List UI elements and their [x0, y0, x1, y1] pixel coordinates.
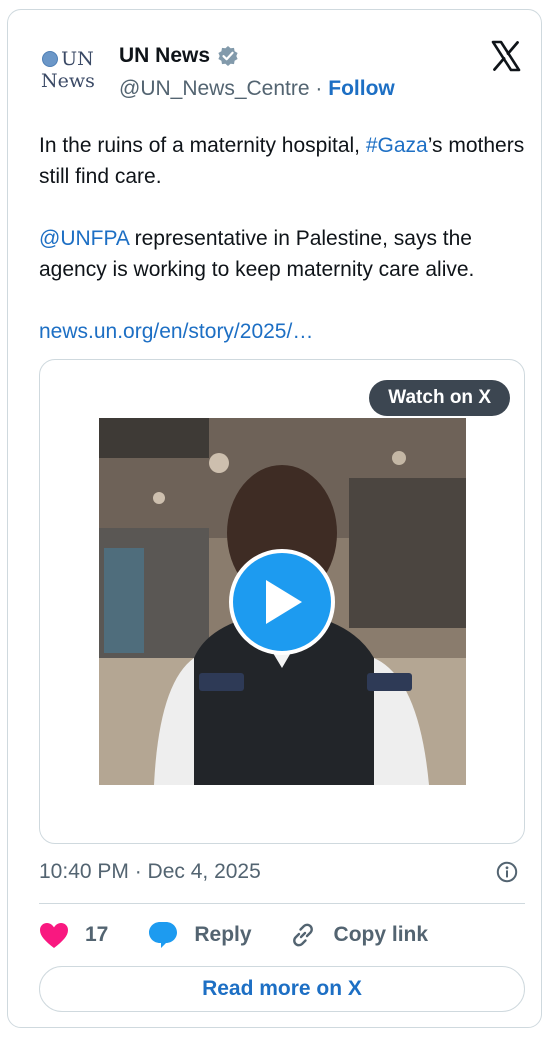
video-media[interactable]: Watch on X — [39, 359, 525, 844]
reply-button[interactable]: Reply — [148, 921, 252, 949]
author-name[interactable]: UN News — [119, 44, 210, 68]
copy-link-label: Copy link — [333, 923, 429, 946]
watch-on-x-button[interactable]: Watch on X — [369, 380, 510, 416]
logo-text-bottom: News — [41, 70, 95, 92]
post-timestamp[interactable]: 10:40 PM · Dec 4, 2025 — [39, 860, 261, 884]
logo-text-top: UN — [61, 48, 94, 70]
heart-icon — [40, 922, 68, 948]
play-icon — [266, 580, 302, 624]
copy-link-button[interactable]: Copy link — [288, 920, 429, 950]
like-button[interactable]: 17 — [39, 922, 108, 949]
post-paragraph-3: news.un.org/en/story/2025/… — [39, 316, 529, 347]
like-count: 17 — [85, 923, 109, 946]
story-link[interactable]: news.un.org/en/story/2025/… — [39, 320, 313, 343]
video-thumbnail[interactable] — [99, 418, 466, 785]
x-logo-icon[interactable] — [490, 40, 522, 72]
mention-link[interactable]: @UNFPA — [39, 227, 129, 250]
un-news-avatar[interactable]: UN News — [32, 34, 104, 106]
read-more-button[interactable]: Read more on X — [39, 966, 525, 1012]
play-button[interactable] — [229, 549, 335, 655]
post-paragraph-2: @UNFPA representative in Palestine, says… — [39, 227, 475, 281]
footer-divider — [39, 903, 525, 904]
info-icon[interactable] — [496, 861, 518, 883]
reply-bubble-icon — [149, 922, 178, 948]
link-icon — [292, 923, 313, 947]
post-paragraph-1: In the ruins of a maternity hospital, #G… — [39, 134, 525, 188]
reply-label: Reply — [194, 923, 252, 946]
post-text: In the ruins of a maternity hospital, #G… — [39, 130, 529, 378]
handle-separator: · — [315, 77, 323, 100]
follow-button[interactable]: Follow — [328, 77, 395, 100]
post-embed-card: UN News UN News @UN_News_Centre · Follow… — [7, 9, 542, 1028]
hashtag-link[interactable]: #Gaza — [366, 134, 428, 157]
author-handle[interactable]: @UN_News_Centre — [119, 77, 310, 100]
un-emblem-icon — [42, 51, 59, 67]
verified-badge-icon — [218, 46, 238, 66]
action-bar: 17 Reply Copy link — [39, 916, 428, 954]
